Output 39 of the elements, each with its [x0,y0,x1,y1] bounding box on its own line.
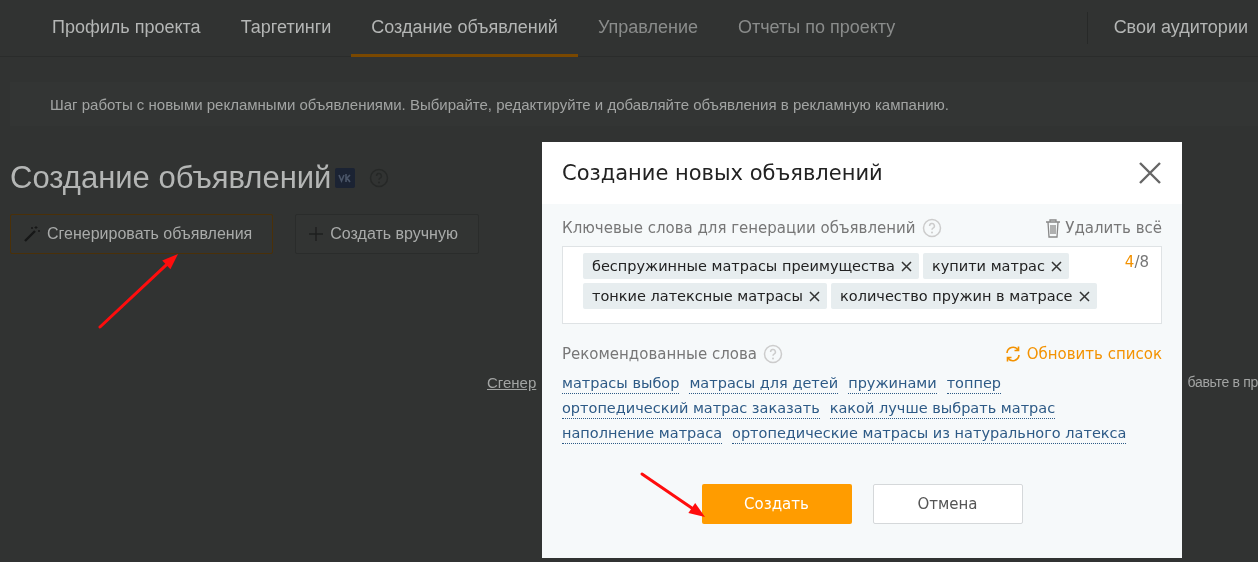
nav-tab[interactable]: Профиль проекта [32,0,221,57]
keywords-field[interactable]: беспружинные матрасы преимущества купити матрас тонкие латексные матрасы количество пружин в матрасе 4/8 [562,246,1162,324]
link-text[interactable]: Сгенер [487,374,537,391]
generate-button[interactable]: Сгенерировать объявления [10,214,274,254]
suggested-word-link[interactable]: какой лучше выбрать матрас [829,399,1056,419]
keyword-limit: /8 [1134,253,1149,271]
page-title: Создание объявлений [10,160,332,196]
trash-icon [1045,218,1062,238]
suggested-word-link[interactable]: наполнение матраса [562,424,723,444]
tag-text: количество пружин в матрасе [840,288,1073,304]
description-text: бавьте в пр [1187,374,1258,391]
suggested-word-link[interactable]: ортопедические матрасы из натурального латекса [732,424,1127,444]
suggested-word-link[interactable]: топпер [946,374,1002,394]
refresh-icon [1003,345,1022,363]
tag-text: купити матрас [931,258,1045,274]
suggested-word-link[interactable]: пружинами [848,374,937,394]
nav-tab[interactable]: Таргетинги [220,0,352,57]
remove-tag-icon[interactable] [1078,290,1090,302]
close-icon[interactable] [1138,161,1162,185]
cancel-button[interactable]: Отмена [872,484,1023,524]
nav-tab[interactable]: Создание объявлений [351,0,578,57]
magic-wand-icon [23,225,41,243]
section-label: Рекомендованные слова [562,345,757,363]
keyword-count: 4 [1124,253,1135,271]
remove-tag-icon[interactable] [809,290,820,302]
field-label: Ключевые слова для генерации объявлений [562,219,916,237]
arrow-drawing [640,472,705,517]
tag-text: тонкие латексные матрасы [592,288,803,304]
vk-logo-icon [335,168,356,188]
remove-tag-icon[interactable] [900,260,912,272]
suggested-word-link[interactable]: ортопедический матрас заказать [562,399,820,419]
tag-text: беспружинные матрасы преимущества [592,258,895,274]
create-manually-button[interactable]: Создать вручную [295,214,479,254]
remove-tag-icon[interactable] [1050,260,1062,272]
dialog-title: Создание новых объявлений [562,161,883,185]
suggested-word-link[interactable]: матрасы выбор [562,374,680,394]
delete-all-button[interactable]: Удалить всё [1045,218,1162,238]
nav-tab[interactable]: Свои аудитории [1087,0,1258,57]
suggested-word-link[interactable]: матрасы для детей [689,374,839,394]
